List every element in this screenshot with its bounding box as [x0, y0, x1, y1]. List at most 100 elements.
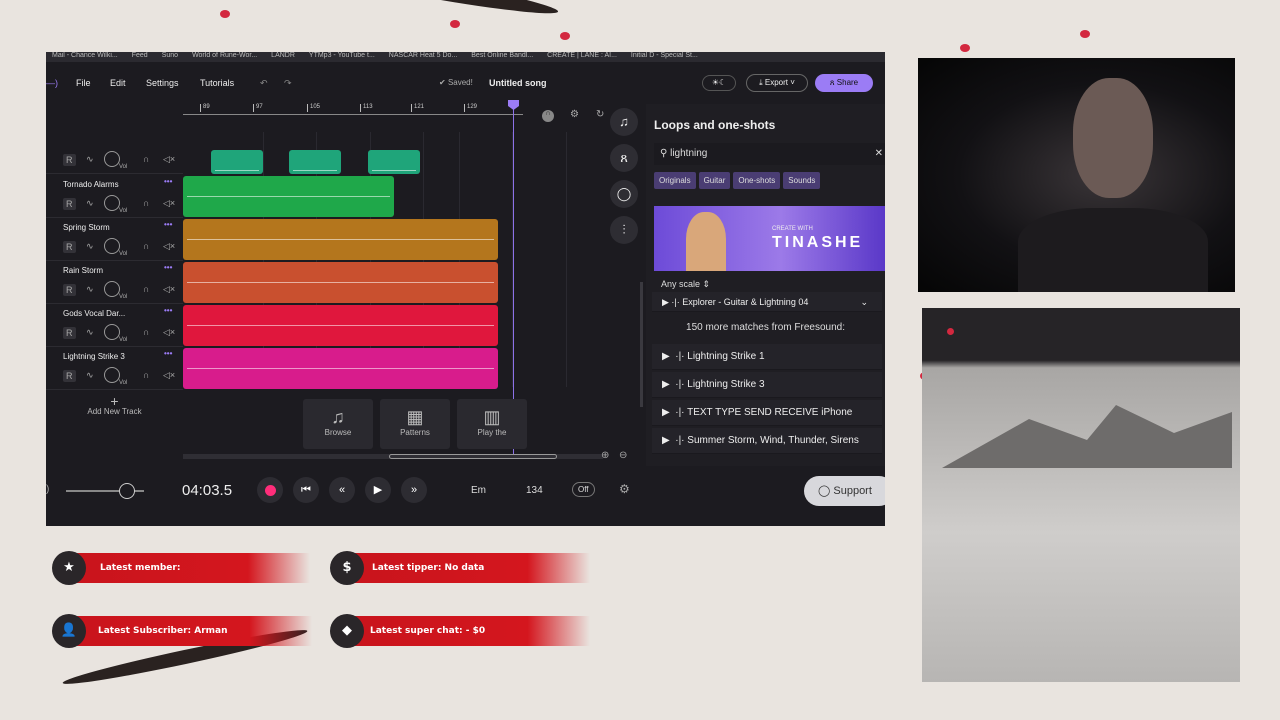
- track-options-icon[interactable]: •••: [164, 306, 172, 315]
- record-arm-button[interactable]: R: [63, 154, 76, 166]
- solo-headphones-icon[interactable]: ∩: [143, 154, 149, 164]
- record-arm-button[interactable]: R: [63, 198, 76, 210]
- automation-icon[interactable]: ∿: [86, 154, 94, 165]
- rewind-button[interactable]: «: [329, 477, 355, 503]
- track-options-icon[interactable]: •••: [164, 177, 172, 186]
- mute-icon[interactable]: ◁×: [163, 284, 175, 295]
- automation-icon[interactable]: ∿: [86, 327, 94, 338]
- menu-edit[interactable]: Edit: [110, 78, 126, 88]
- track-options-icon[interactable]: •••: [164, 349, 172, 358]
- freesound-result[interactable]: ▶ ·|· Lightning Strike 1: [652, 344, 882, 370]
- add-new-track-button[interactable]: + Add New Track: [46, 394, 183, 425]
- loop-icon[interactable]: ∩: [542, 110, 554, 122]
- support-button[interactable]: ◯ Support: [804, 476, 885, 506]
- chat-icon[interactable]: ◯: [610, 180, 638, 208]
- menu-file[interactable]: File: [76, 78, 91, 88]
- mixer-icon[interactable]: ⫶: [610, 216, 638, 244]
- record-arm-button[interactable]: R: [63, 370, 76, 382]
- play-button[interactable]: ▶: [365, 477, 391, 503]
- filter-sounds[interactable]: Sounds: [783, 172, 821, 189]
- audio-clip[interactable]: [183, 262, 498, 303]
- audio-clip[interactable]: [183, 305, 498, 346]
- automation-icon[interactable]: ∿: [86, 284, 94, 295]
- browse-loops-button[interactable]: ♫ Browse: [303, 399, 373, 449]
- export-button[interactable]: ⤓ Export ˅: [746, 74, 808, 92]
- automation-icon[interactable]: ∿: [86, 241, 94, 252]
- scale-select[interactable]: Any scale ⇕: [661, 279, 710, 290]
- bookmark[interactable]: Best Online Bandl...: [471, 52, 533, 59]
- menu-tutorials[interactable]: Tutorials: [200, 78, 234, 88]
- collaborators-icon[interactable]: ጸ: [610, 144, 638, 172]
- freesound-result[interactable]: ▶ ·|· Summer Storm, Wind, Thunder, Siren…: [652, 428, 882, 454]
- volume-knob[interactable]: [104, 367, 120, 383]
- song-title[interactable]: Untitled song: [489, 78, 547, 88]
- record-arm-button[interactable]: R: [63, 327, 76, 339]
- solo-headphones-icon[interactable]: ∩: [143, 370, 149, 380]
- theme-toggle[interactable]: ☀☾: [702, 75, 736, 91]
- volume-knob[interactable]: [104, 281, 120, 297]
- filter-one-shots[interactable]: One-shots: [733, 172, 781, 189]
- bookmark[interactable]: Initial D - Special St...: [631, 52, 698, 59]
- loop-result[interactable]: ▶ ·|· Explorer - Guitar & Lightning 04 ⌄: [652, 292, 882, 312]
- audio-clip[interactable]: [183, 219, 498, 260]
- track-header[interactable]: R ∿ Vol ∩ ◁×: [46, 132, 183, 174]
- record-arm-button[interactable]: R: [63, 284, 76, 296]
- mute-icon[interactable]: ◁×: [163, 241, 175, 252]
- audio-clip[interactable]: [289, 150, 341, 174]
- key-display[interactable]: Em: [471, 485, 486, 496]
- track-name[interactable]: Tornado Alarms: [63, 180, 119, 189]
- filter-guitar[interactable]: Guitar: [698, 172, 731, 189]
- menu-settings[interactable]: Settings: [146, 78, 179, 88]
- fast-forward-button[interactable]: »: [401, 477, 427, 503]
- zoom-in-icon[interactable]: ⊕: [601, 450, 609, 461]
- refresh-icon[interactable]: ↻: [596, 109, 604, 120]
- bookmark[interactable]: Suno: [162, 52, 178, 59]
- freesound-result[interactable]: ▶ ·|· TEXT TYPE SEND RECEIVE iPhone: [652, 400, 882, 426]
- volume-knob[interactable]: [104, 151, 120, 167]
- track-header[interactable]: Gods Vocal Dar... ••• R ∿ Vol ∩ ◁×: [46, 305, 183, 347]
- bookmark[interactable]: NASCAR Heat 5 Do...: [389, 52, 457, 59]
- record-arm-button[interactable]: R: [63, 241, 76, 253]
- track-header[interactable]: Tornado Alarms ••• R ∿ Vol ∩ ◁×: [46, 176, 183, 218]
- undo-icon[interactable]: ↶: [260, 78, 268, 89]
- metronome-toggle[interactable]: Off: [572, 482, 595, 497]
- automation-icon[interactable]: ∿: [86, 370, 94, 381]
- track-header[interactable]: Rain Storm ••• R ∿ Vol ∩ ◁×: [46, 262, 183, 304]
- track-header[interactable]: Spring Storm ••• R ∿ Vol ∩ ◁×: [46, 219, 183, 261]
- timeline-ruler[interactable]: 89 97 105 113 121 129: [183, 104, 523, 132]
- bookmark[interactable]: CREATE | LANE : AI...: [547, 52, 617, 59]
- track-options-icon[interactable]: •••: [164, 263, 172, 272]
- back-icon[interactable]: —): [46, 78, 58, 88]
- volume-knob[interactable]: [104, 324, 120, 340]
- horizontal-scrollbar[interactable]: [183, 454, 603, 459]
- bookmark[interactable]: LANDR: [271, 52, 295, 59]
- mute-icon[interactable]: ◁×: [163, 327, 175, 338]
- solo-headphones-icon[interactable]: ∩: [143, 284, 149, 294]
- filter-originals[interactable]: Originals: [654, 172, 696, 189]
- automation-icon[interactable]: ∿: [86, 198, 94, 209]
- volume-knob[interactable]: [104, 195, 120, 211]
- track-name[interactable]: Gods Vocal Dar...: [63, 309, 125, 318]
- audio-clip[interactable]: [211, 150, 263, 174]
- solo-headphones-icon[interactable]: ∩: [143, 241, 149, 251]
- master-volume-slider[interactable]: [66, 483, 144, 499]
- settings-icon[interactable]: ⚙: [619, 482, 630, 496]
- tempo-display[interactable]: 134: [526, 485, 543, 496]
- bookmark[interactable]: Feed: [132, 52, 148, 59]
- patterns-button[interactable]: ▦ Patterns: [380, 399, 450, 449]
- track-header[interactable]: Lightning Strike 3 ••• R ∿ Vol ∩ ◁×: [46, 348, 183, 390]
- volume-knob[interactable]: [104, 238, 120, 254]
- mute-icon[interactable]: ◁×: [163, 154, 175, 165]
- loops-search-input[interactable]: ⚲ lightning ✕: [654, 143, 885, 165]
- track-options-icon[interactable]: •••: [164, 220, 172, 229]
- mute-icon[interactable]: ◁×: [163, 370, 175, 381]
- promo-banner[interactable]: CREATE WITH TINASHE: [654, 206, 885, 271]
- zoom-out-icon[interactable]: ⊖: [619, 450, 627, 461]
- audio-clip[interactable]: [183, 348, 498, 389]
- bookmark[interactable]: YTMp3 - YouTube t...: [309, 52, 375, 59]
- loops-icon[interactable]: ♫: [610, 108, 638, 136]
- bookmark[interactable]: World of Rune-Wor...: [192, 52, 257, 59]
- redo-icon[interactable]: ↷: [284, 78, 292, 89]
- solo-headphones-icon[interactable]: ∩: [143, 327, 149, 337]
- track-name[interactable]: Rain Storm: [63, 266, 103, 275]
